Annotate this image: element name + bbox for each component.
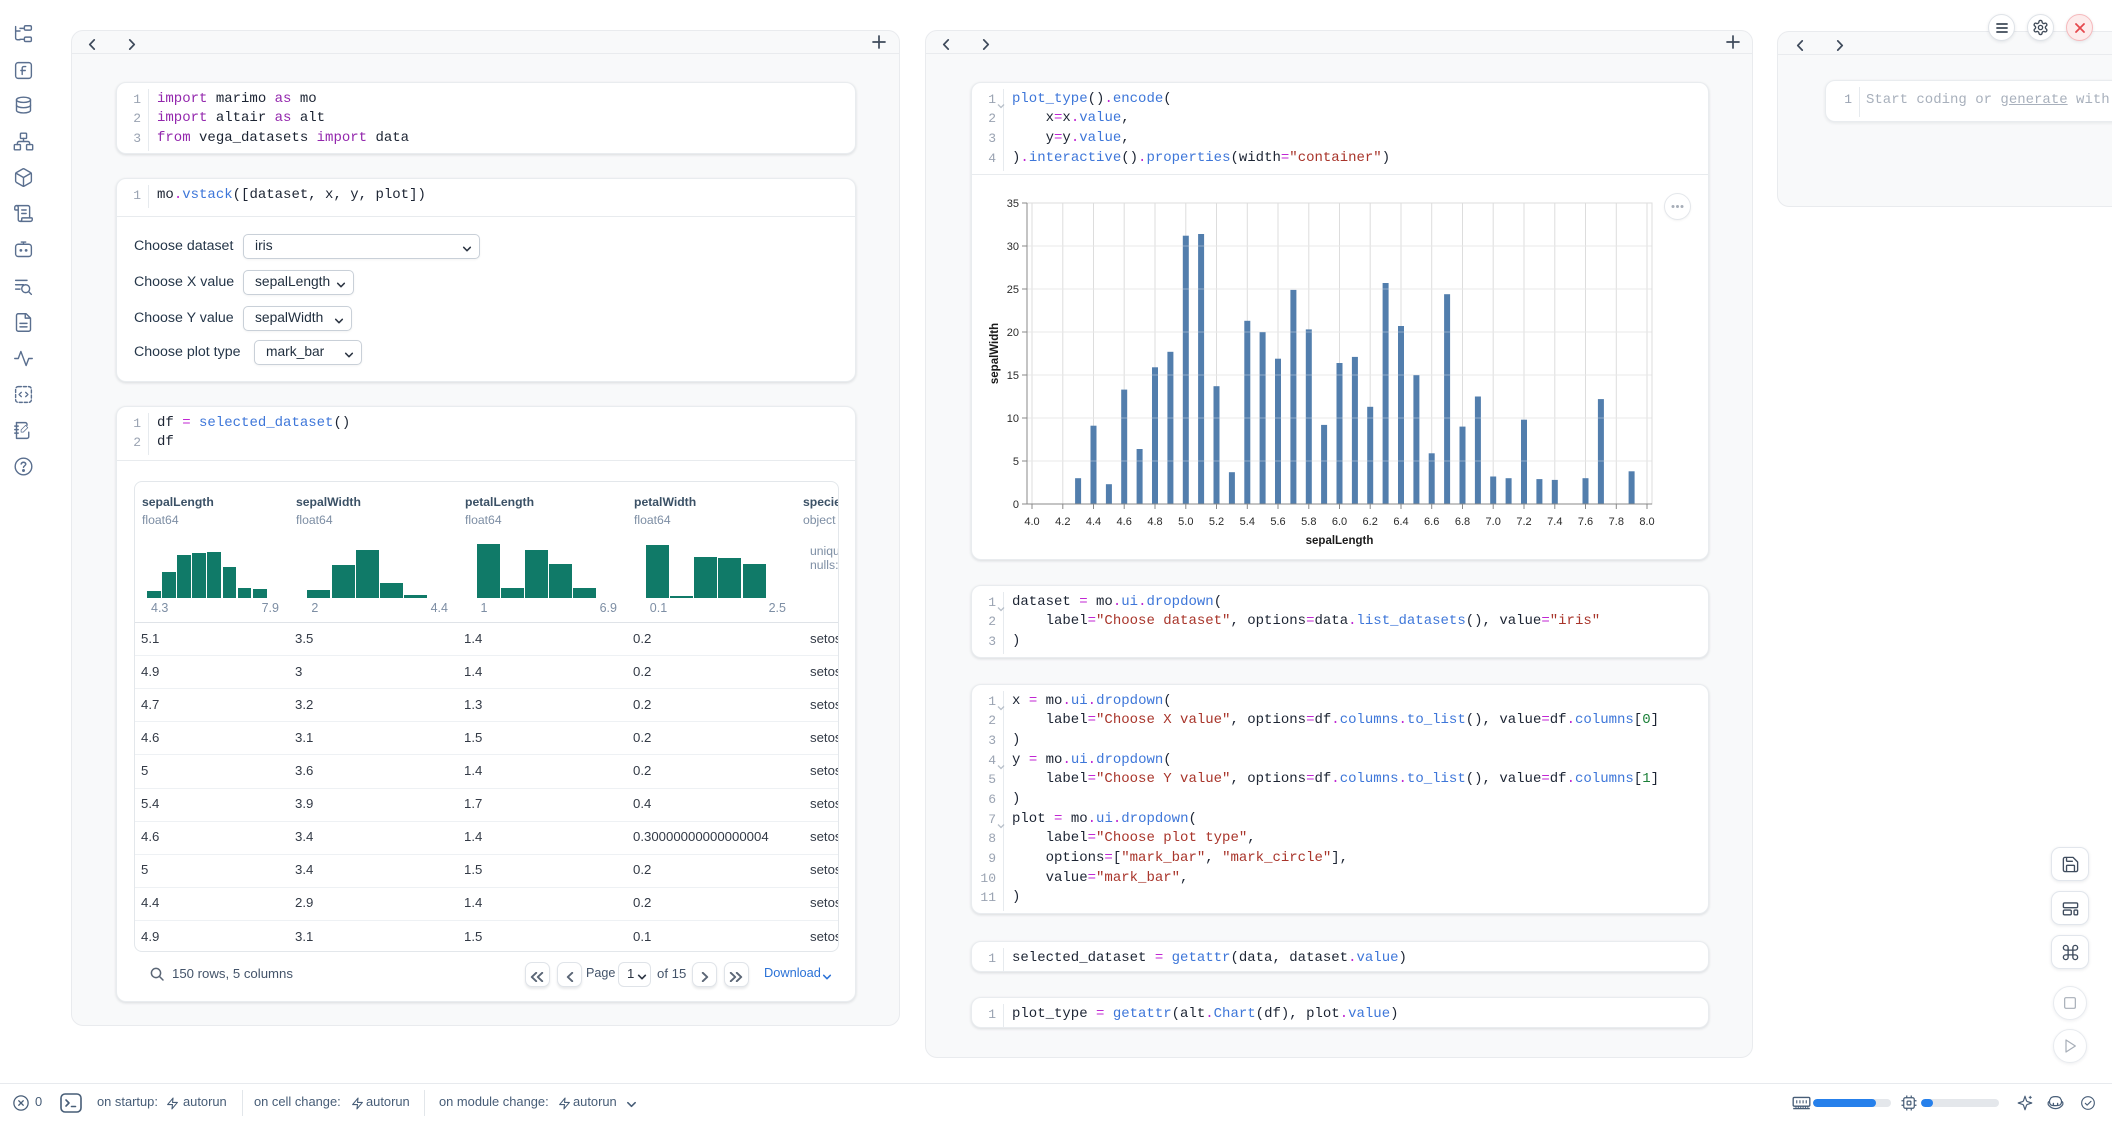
svg-text:5.2: 5.2 [1209, 516, 1224, 528]
svg-text:25: 25 [1007, 284, 1019, 296]
svg-text:7.2: 7.2 [1516, 516, 1531, 528]
svg-text:7.8: 7.8 [1609, 516, 1624, 528]
svg-text:6.2: 6.2 [1363, 516, 1378, 528]
svg-text:7.4: 7.4 [1547, 516, 1562, 528]
svg-text:5.4: 5.4 [1240, 516, 1255, 528]
svg-text:6.4: 6.4 [1393, 516, 1408, 528]
svg-text:0: 0 [1013, 499, 1019, 511]
svg-text:7.6: 7.6 [1578, 516, 1593, 528]
svg-text:sepalLength: sepalLength [1306, 535, 1374, 547]
svg-text:4.6: 4.6 [1117, 516, 1132, 528]
svg-text:5.0: 5.0 [1178, 516, 1193, 528]
svg-text:15: 15 [1007, 370, 1019, 382]
svg-text:6.0: 6.0 [1332, 516, 1347, 528]
svg-text:6.8: 6.8 [1455, 516, 1470, 528]
svg-text:30: 30 [1007, 241, 1019, 253]
svg-text:7.0: 7.0 [1486, 516, 1501, 528]
svg-text:5.6: 5.6 [1270, 516, 1285, 528]
svg-text:4.0: 4.0 [1024, 516, 1039, 528]
svg-text:35: 35 [1007, 198, 1019, 210]
svg-text:10: 10 [1007, 413, 1019, 425]
svg-text:8.0: 8.0 [1639, 516, 1654, 528]
svg-text:6.6: 6.6 [1424, 516, 1439, 528]
svg-text:5.8: 5.8 [1301, 516, 1316, 528]
svg-text:4.2: 4.2 [1055, 516, 1070, 528]
svg-text:4.4: 4.4 [1086, 516, 1101, 528]
svg-text:4.8: 4.8 [1147, 516, 1162, 528]
svg-text:sepalWidth: sepalWidth [989, 323, 1001, 384]
svg-text:5: 5 [1013, 456, 1019, 468]
svg-text:20: 20 [1007, 327, 1019, 339]
